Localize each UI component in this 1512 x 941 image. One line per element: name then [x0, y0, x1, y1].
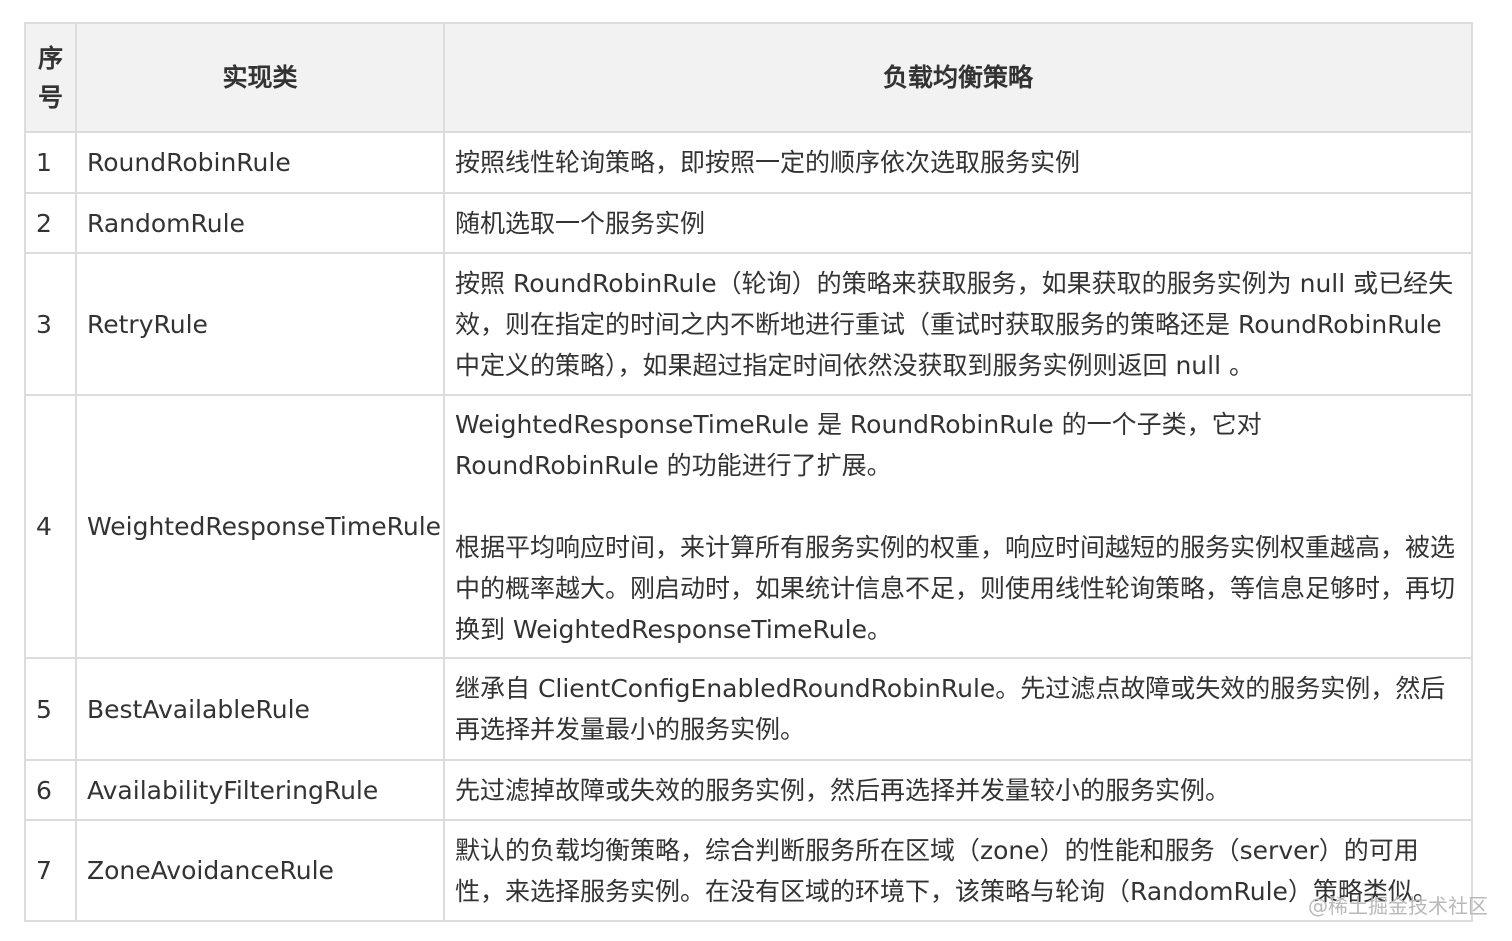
row-number: 1	[24, 131, 77, 194]
table-header-row: 序号 实现类 负载均衡策略	[24, 22, 1473, 133]
table-row: 3 RetryRule 按照 RoundRobinRule（轮询）的策略来获取服…	[24, 252, 1473, 396]
header-implementation-class: 实现类	[75, 22, 445, 133]
table-row: 7 ZoneAvoidanceRule 默认的负载均衡策略，综合判断服务所在区域…	[24, 819, 1473, 922]
table-row: 4 WeightedResponseTimeRule WeightedRespo…	[24, 394, 1473, 659]
row-number: 4	[24, 394, 77, 659]
table-row: 2 RandomRule 随机选取一个服务实例	[24, 192, 1473, 254]
row-class-name: AvailabilityFilteringRule	[75, 759, 445, 821]
row-description: 先过滤掉故障或失效的服务实例，然后再选择并发量较小的服务实例。	[443, 759, 1473, 821]
description-paragraph: 根据平均响应时间，来计算所有服务实例的权重，响应时间越短的服务实例权重越高，被选…	[455, 532, 1456, 644]
row-number: 5	[24, 657, 77, 761]
watermark-text: @稀土掘金技术社区	[1308, 894, 1488, 918]
row-number: 3	[24, 252, 77, 396]
row-description: 按照 RoundRobinRule（轮询）的策略来获取服务，如果获取的服务实例为…	[443, 252, 1473, 396]
row-description: 继承自 ClientConfigEnabledRoundRobinRule。先过…	[443, 657, 1473, 761]
row-class-name: RetryRule	[75, 252, 445, 396]
row-description: 按照线性轮询策略，即按照一定的顺序依次选取服务实例	[443, 131, 1473, 194]
header-strategy: 负载均衡策略	[443, 22, 1473, 133]
table-row: 1 RoundRobinRule 按照线性轮询策略，即按照一定的顺序依次选取服务…	[24, 131, 1473, 194]
row-number: 7	[24, 819, 77, 922]
strategy-table-container: 序号 实现类 负载均衡策略 1 RoundRobinRule 按照线性轮询策略，…	[24, 22, 1473, 922]
row-number: 6	[24, 759, 77, 821]
row-class-name: RandomRule	[75, 192, 445, 254]
load-balancing-strategy-table: 序号 实现类 负载均衡策略 1 RoundRobinRule 按照线性轮询策略，…	[24, 22, 1473, 922]
table-row: 6 AvailabilityFilteringRule 先过滤掉故障或失效的服务…	[24, 759, 1473, 821]
row-description: WeightedResponseTimeRule 是 RoundRobinRul…	[443, 394, 1473, 659]
row-class-name: BestAvailableRule	[75, 657, 445, 761]
description-paragraph: WeightedResponseTimeRule 是 RoundRobinRul…	[455, 409, 1262, 480]
table-row: 5 BestAvailableRule 继承自 ClientConfigEnab…	[24, 657, 1473, 761]
row-description: 随机选取一个服务实例	[443, 192, 1473, 254]
row-class-name: RoundRobinRule	[75, 131, 445, 194]
row-class-name: ZoneAvoidanceRule	[75, 819, 445, 922]
header-number: 序号	[24, 22, 77, 133]
row-class-name: WeightedResponseTimeRule	[75, 394, 445, 659]
row-number: 2	[24, 192, 77, 254]
